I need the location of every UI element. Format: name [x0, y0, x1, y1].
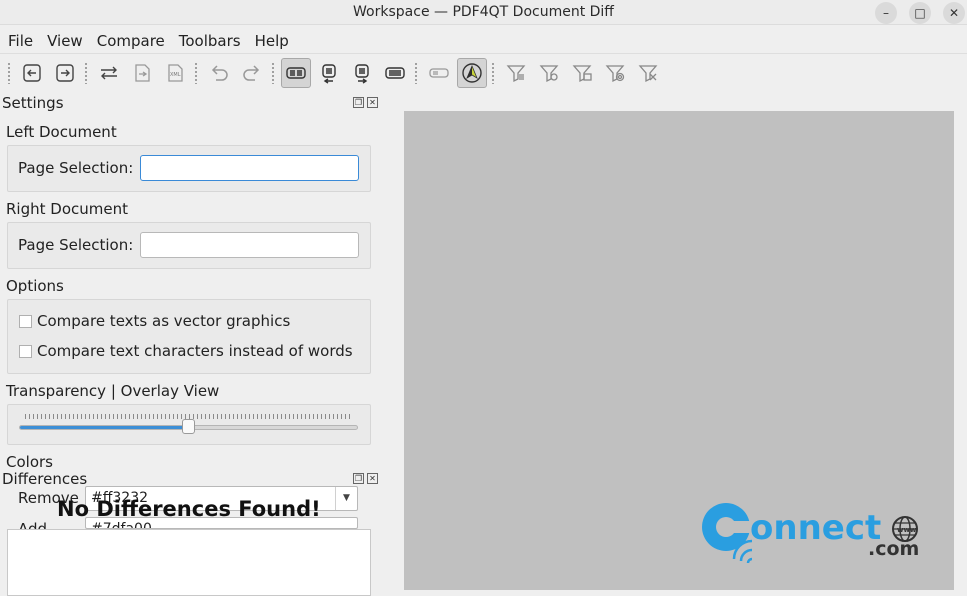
view-overlay-button[interactable] — [380, 58, 410, 88]
filter-image-button[interactable] — [567, 58, 597, 88]
auto-button[interactable] — [456, 58, 487, 88]
filter-text-button[interactable] — [501, 58, 531, 88]
filter-text-icon — [506, 65, 525, 83]
float-icon[interactable]: ❐ — [353, 97, 364, 108]
logo-text: onnect — [750, 508, 881, 548]
characters-label[interactable]: Compare text characters instead of words — [37, 342, 353, 360]
close-dock-icon[interactable]: ✕ — [367, 473, 378, 484]
add-color-value: #7dfa00 — [91, 521, 152, 529]
slider-handle[interactable] — [182, 419, 195, 434]
swap-icon — [100, 66, 117, 80]
window-title: Workspace — PDF4QT Document Diff — [353, 4, 614, 20]
slider-fill — [20, 426, 189, 429]
left-page-selection-input[interactable] — [140, 155, 359, 181]
menu-file[interactable]: File — [8, 32, 33, 50]
export-xml-button[interactable]: XML — [160, 58, 190, 88]
open-right-button[interactable] — [50, 58, 80, 88]
colors-label: Colors — [6, 453, 53, 471]
undo-icon — [211, 65, 228, 81]
open-left-button[interactable] — [17, 58, 47, 88]
toggle-button[interactable] — [424, 58, 454, 88]
swap-button[interactable] — [94, 58, 124, 88]
differences-dock-header: Differences ❐ ✕ — [0, 470, 384, 488]
no-differences-message: No Differences Found! — [57, 497, 321, 521]
toolbar-grip[interactable] — [194, 62, 199, 84]
menu-compare[interactable]: Compare — [97, 32, 165, 50]
view-left-button[interactable] — [314, 58, 344, 88]
float-icon[interactable]: ❐ — [353, 473, 364, 484]
filter-image-icon — [572, 65, 592, 83]
export-button[interactable] — [127, 58, 157, 88]
view-different-icon — [285, 67, 306, 79]
xml-icon: XML — [167, 64, 183, 82]
export-icon — [134, 64, 150, 82]
view-right-button[interactable] — [347, 58, 377, 88]
minimize-icon: – — [883, 6, 889, 20]
logo-www: www — [897, 526, 917, 534]
svg-text:XML: XML — [170, 72, 181, 78]
menu-view[interactable]: View — [47, 32, 83, 50]
view-right-icon — [354, 64, 369, 84]
toolbar-grip[interactable] — [7, 62, 12, 84]
redo-button[interactable] — [237, 58, 267, 88]
maximize-button[interactable]: □ — [909, 2, 931, 24]
options-group — [7, 299, 371, 374]
filter-vector-icon — [539, 65, 558, 83]
toolbar-grip[interactable] — [491, 62, 496, 84]
toolbar-grip[interactable] — [84, 62, 89, 84]
connect-logo: onnect .com www — [692, 497, 924, 573]
minimize-button[interactable]: – — [875, 2, 897, 24]
filter-shading-button[interactable] — [600, 58, 630, 88]
title-bar: Workspace — PDF4QT Document Diff – □ ✕ — [0, 0, 967, 25]
view-different-button[interactable] — [280, 58, 311, 88]
filter-reorder-button[interactable] — [633, 58, 663, 88]
close-window-button[interactable]: ✕ — [943, 2, 965, 24]
settings-title: Settings — [2, 94, 64, 112]
vector-graphics-checkbox[interactable] — [19, 315, 32, 328]
open-right-icon — [55, 64, 74, 82]
filter-shading-icon — [605, 65, 624, 83]
close-dock-icon[interactable]: ✕ — [367, 97, 378, 108]
differences-title: Differences — [2, 470, 88, 488]
right-document-label: Right Document — [6, 200, 128, 218]
menu-bar: File View Compare Toolbars Help — [0, 28, 967, 54]
menu-toolbars[interactable]: Toolbars — [179, 32, 241, 50]
close-icon: ✕ — [948, 6, 960, 20]
toolbar-grip[interactable] — [271, 62, 276, 84]
toggle-icon — [428, 68, 449, 78]
open-left-icon — [22, 64, 41, 82]
undo-button[interactable] — [204, 58, 234, 88]
toolbar: XML — [0, 57, 967, 89]
left-document-label: Left Document — [6, 123, 117, 141]
options-label: Options — [6, 277, 64, 295]
auto-icon — [461, 63, 482, 83]
logo-graphic: onnect .com www — [702, 503, 919, 564]
menu-help[interactable]: Help — [255, 32, 289, 50]
view-overlay-icon — [384, 67, 405, 79]
maximize-icon: □ — [914, 6, 926, 20]
chevron-down-icon[interactable]: ▼ — [335, 487, 357, 510]
view-left-icon — [321, 64, 336, 84]
filter-vector-button[interactable] — [534, 58, 564, 88]
redo-icon — [242, 65, 259, 81]
vector-graphics-label[interactable]: Compare texts as vector graphics — [37, 312, 290, 330]
characters-checkbox[interactable] — [19, 345, 32, 358]
transparency-label: Transparency | Overlay View — [6, 382, 220, 400]
differences-list[interactable] — [7, 529, 371, 596]
settings-dock-header: Settings ❐ ✕ — [0, 94, 384, 113]
toolbar-grip[interactable] — [414, 62, 419, 84]
filter-reorder-icon — [638, 65, 657, 83]
right-page-selection-label: Page Selection: — [18, 236, 134, 254]
right-page-selection-input[interactable] — [140, 232, 359, 258]
logo-domain: .com — [868, 538, 919, 560]
left-page-selection-label: Page Selection: — [18, 159, 134, 177]
